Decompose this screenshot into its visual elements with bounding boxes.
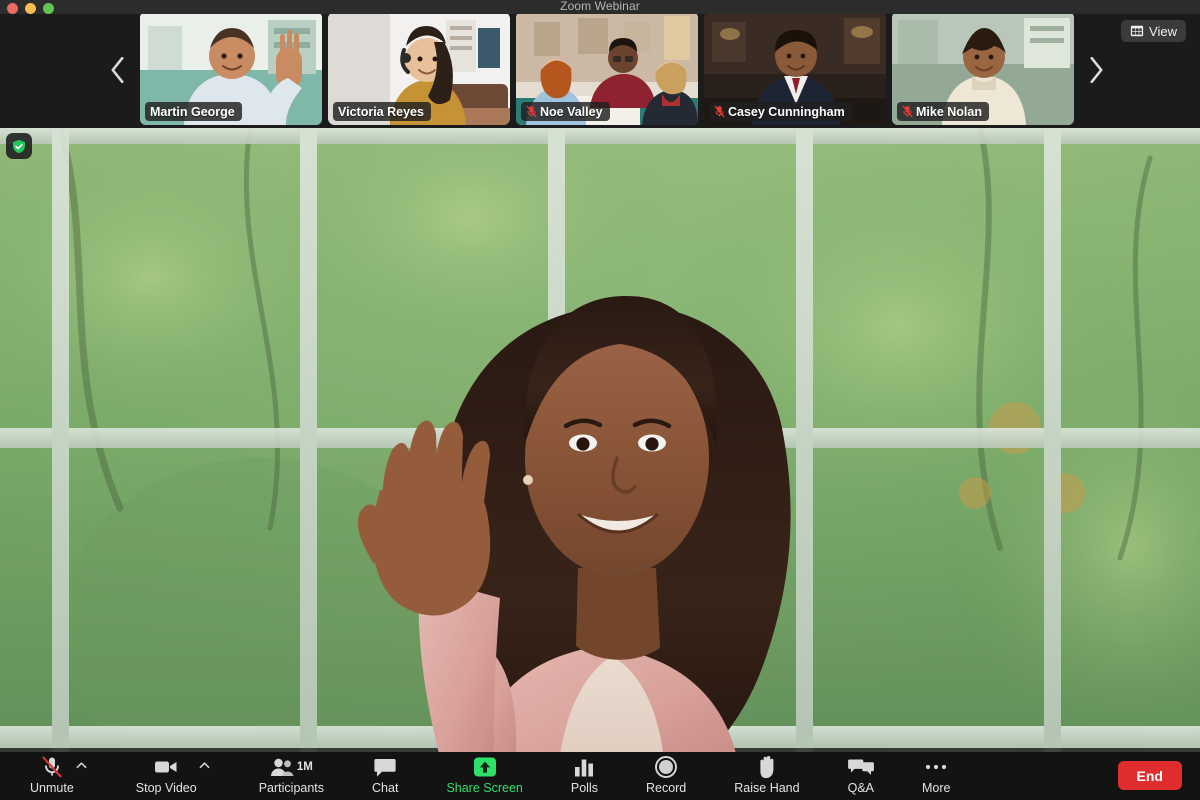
microphone-muted-icon bbox=[714, 105, 725, 118]
toolbar-icon bbox=[924, 755, 948, 779]
toolbar-button-unmute[interactable]: Unmute bbox=[30, 752, 87, 800]
toolbar-label: Participants bbox=[258, 781, 325, 795]
raised-hand-icon bbox=[760, 755, 774, 779]
toolbar-icon bbox=[847, 755, 874, 779]
toolbar-icon bbox=[472, 755, 498, 779]
toolbar-label: Chat bbox=[372, 781, 399, 795]
toolbar-icon bbox=[153, 755, 179, 779]
toolbar-icon bbox=[573, 755, 595, 779]
chevron-left-icon bbox=[111, 57, 124, 83]
qa-bubbles-icon bbox=[847, 759, 874, 775]
participant-tile-casey-cunningham[interactable]: Casey Cunningham bbox=[704, 12, 886, 125]
window-title: Zoom Webinar bbox=[560, 0, 640, 13]
view-button[interactable]: View bbox=[1121, 20, 1186, 42]
microphone-muted-icon bbox=[526, 105, 537, 118]
participant-name-chip: Mike Nolan bbox=[897, 102, 989, 121]
toolbar-label: Unmute bbox=[30, 781, 74, 795]
participant-name: Mike Nolan bbox=[916, 104, 982, 119]
participant-tile-martin-george[interactable]: Martin George bbox=[140, 12, 322, 125]
chevron-up-icon[interactable] bbox=[199, 761, 210, 769]
toolbar-button-share-screen[interactable]: Share Screen bbox=[446, 752, 523, 800]
microphone-muted-icon bbox=[42, 756, 62, 778]
end-meeting-button[interactable]: End bbox=[1117, 761, 1182, 790]
toolbar-label: More bbox=[922, 781, 951, 795]
participant-filmstrip: Martin George Victoria Reyes Noe Valley … bbox=[0, 0, 1200, 128]
shield-check-icon bbox=[13, 139, 25, 153]
filmstrip-prev-button[interactable] bbox=[95, 12, 140, 128]
toolbar-label: Share Screen bbox=[446, 781, 523, 795]
toolbar-label: Q&A bbox=[847, 781, 874, 795]
view-button-label: View bbox=[1149, 23, 1177, 39]
grid-icon bbox=[1130, 25, 1144, 37]
toolbar-icon bbox=[373, 755, 397, 779]
bar-chart-icon bbox=[575, 759, 594, 777]
toolbar-button-polls[interactable]: Polls bbox=[571, 752, 598, 800]
participant-tile-noe-valley[interactable]: Noe Valley bbox=[516, 12, 698, 125]
toolbar-button-record[interactable]: Record bbox=[646, 752, 686, 800]
toolbar-icon bbox=[40, 755, 64, 779]
filmstrip-next-button[interactable] bbox=[1074, 12, 1119, 128]
toolbar-label: Stop Video bbox=[135, 781, 197, 795]
toolbar-button-qa[interactable]: Q&A bbox=[848, 752, 874, 800]
participant-name: Casey Cunningham bbox=[728, 104, 845, 119]
meeting-toolbar: Unmute Stop Video 1M Participants Chat S… bbox=[0, 752, 1200, 800]
toolbar-button-more[interactable]: More bbox=[922, 752, 950, 800]
chevron-up-icon[interactable] bbox=[76, 761, 87, 769]
toolbar-label: Record bbox=[645, 781, 687, 795]
toolbar-icon: 1M bbox=[270, 755, 313, 779]
chat-bubble-icon bbox=[374, 759, 396, 777]
window-title-bar: Zoom Webinar bbox=[0, 0, 1200, 14]
chevron-right-icon bbox=[1090, 57, 1103, 83]
participant-tiles: Martin George Victoria Reyes Noe Valley … bbox=[140, 12, 1074, 125]
zoom-webinar-window: Martin George Victoria Reyes Noe Valley … bbox=[0, 0, 1200, 800]
toolbar-button-participants[interactable]: 1M Participants bbox=[259, 752, 324, 800]
participant-name: Martin George bbox=[150, 104, 235, 119]
toolbar-label: Polls bbox=[570, 781, 598, 795]
toolbar-button-raise-hand[interactable]: Raise Hand bbox=[734, 752, 800, 800]
encryption-status-indicator[interactable] bbox=[6, 133, 32, 159]
participant-name-chip: Noe Valley bbox=[521, 102, 610, 121]
video-camera-icon bbox=[155, 761, 177, 773]
ellipsis-icon bbox=[926, 764, 947, 770]
toolbar-icon bbox=[654, 755, 678, 779]
toolbar-button-chat[interactable]: Chat bbox=[372, 752, 398, 800]
toolbar-icon bbox=[756, 755, 778, 779]
toolbar-label: Raise Hand bbox=[734, 781, 800, 795]
speaker-video-frame bbox=[0, 128, 1200, 800]
participant-name-chip: Casey Cunningham bbox=[709, 102, 852, 121]
participant-name: Noe Valley bbox=[540, 104, 603, 119]
record-circle-icon bbox=[655, 756, 678, 778]
microphone-muted-icon bbox=[902, 105, 913, 118]
share-screen-icon bbox=[473, 757, 496, 777]
participants-count-badge: 1M bbox=[296, 761, 313, 773]
participant-tile-mike-nolan[interactable]: Mike Nolan bbox=[892, 12, 1074, 125]
participant-tile-victoria-reyes[interactable]: Victoria Reyes bbox=[328, 12, 510, 125]
participant-name-chip: Victoria Reyes bbox=[333, 102, 431, 121]
participants-icon bbox=[270, 758, 294, 776]
participant-name-chip: Martin George bbox=[145, 102, 242, 121]
participant-name: Victoria Reyes bbox=[338, 104, 424, 119]
toolbar-button-stop-video[interactable]: Stop Video bbox=[135, 752, 210, 800]
main-speaker-video[interactable] bbox=[0, 128, 1200, 800]
